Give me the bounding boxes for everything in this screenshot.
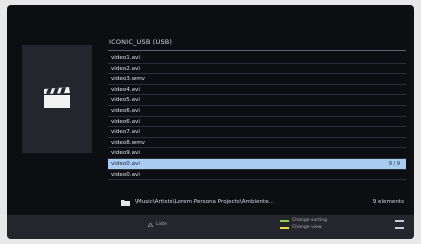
file-row[interactable]: video7.avi bbox=[108, 127, 406, 138]
help-bar: Liste Change sorting Change view bbox=[7, 215, 414, 239]
file-name: video1.avi bbox=[111, 55, 140, 61]
thumbnail-panel bbox=[22, 45, 92, 153]
file-name: video3.wmv bbox=[111, 76, 145, 83]
green-key bbox=[280, 220, 289, 222]
file-row[interactable]: video6.avi bbox=[108, 106, 406, 117]
file-row[interactable]: video4.avi bbox=[108, 85, 406, 96]
file-name: video6.avi bbox=[111, 118, 140, 125]
selection-counter: 9 / 9 bbox=[388, 160, 400, 167]
file-name: video2.avi bbox=[111, 65, 140, 72]
change-sorting-label: Change sorting bbox=[292, 218, 328, 223]
triangle-icon bbox=[148, 223, 153, 227]
file-name: video8.wmv bbox=[111, 139, 145, 146]
element-count: 9 elements bbox=[372, 199, 404, 205]
yellow-key bbox=[280, 227, 289, 229]
change-view-label: Change view bbox=[292, 225, 322, 230]
file-row[interactable]: video1.avi bbox=[108, 53, 406, 64]
file-row[interactable]: video6.avi bbox=[108, 117, 406, 128]
file-name: video5.avi bbox=[111, 97, 140, 104]
file-name: video4.avi bbox=[111, 86, 140, 93]
folder-icon bbox=[121, 200, 130, 206]
path-text: \Music\Artists\Lorem Persona Projects\Am… bbox=[135, 199, 275, 205]
file-name: video7.avi bbox=[111, 129, 140, 136]
file-row[interactable]: video8.wmv bbox=[108, 138, 406, 149]
path-bar: \Music\Artists\Lorem Persona Projects\Am… bbox=[108, 197, 406, 208]
file-list: video1.avi video2.avi video3.wmv video4.avi… bbox=[108, 53, 406, 181]
folder-title: ICONIC_USB (USB) bbox=[109, 38, 173, 46]
file-row[interactable]: video0.avi bbox=[108, 170, 406, 181]
media-browser-screen: ICONIC_USB (USB) video1.avi video2.avi vid… bbox=[7, 5, 414, 239]
clapperboard-icon bbox=[44, 87, 70, 108]
list-label: Liste bbox=[156, 222, 167, 227]
file-row[interactable]: video3.wmv bbox=[108, 74, 406, 85]
file-name: video9.avi bbox=[111, 150, 140, 157]
file-row[interactable]: video9.avi bbox=[108, 148, 406, 159]
side-key-bottom bbox=[395, 227, 404, 229]
file-row[interactable]: video2.avi bbox=[108, 64, 406, 75]
file-row[interactable]: video0.avi 9 / 9 bbox=[108, 158, 406, 170]
file-name: video6.avi bbox=[111, 107, 140, 114]
file-name: video0.avi bbox=[111, 171, 140, 178]
file-name: video0.avi bbox=[111, 160, 140, 167]
title-divider bbox=[108, 50, 406, 51]
file-row[interactable]: video5.avi bbox=[108, 95, 406, 106]
side-key-top bbox=[395, 220, 404, 222]
